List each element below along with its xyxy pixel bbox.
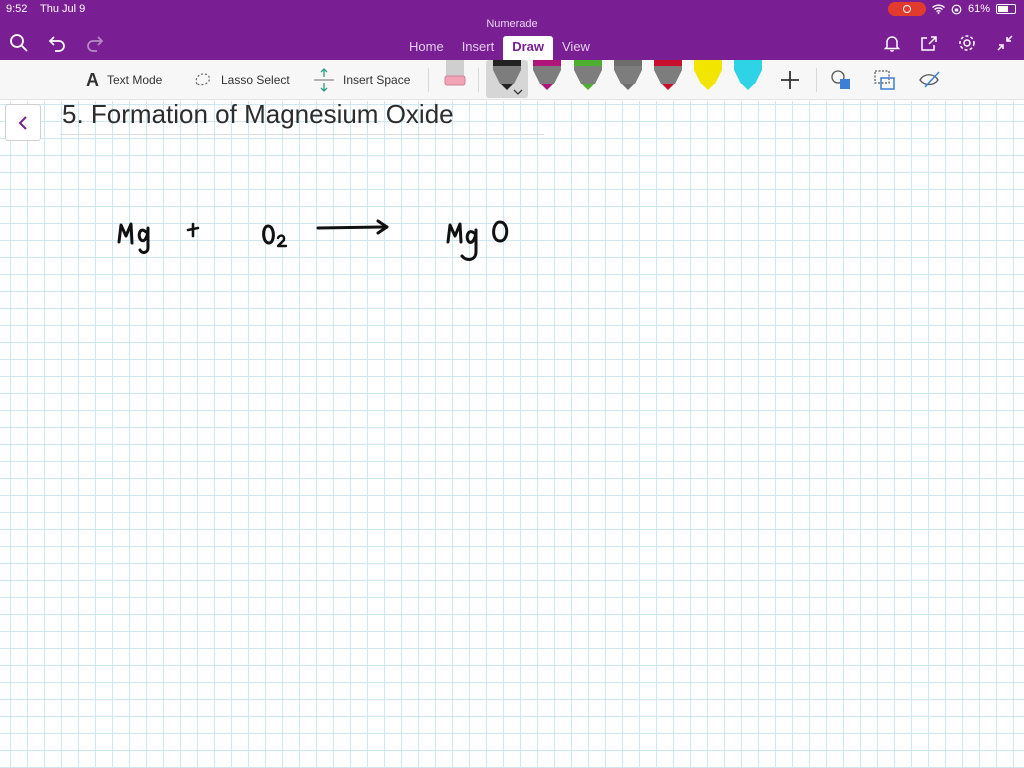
tab-view[interactable]: View: [553, 36, 599, 60]
title-bar: 9:52 Thu Jul 9 Numerade 61% Home Insert …: [0, 0, 1024, 60]
add-pen-button[interactable]: [779, 60, 801, 100]
screen-record-icon: [887, 2, 926, 16]
pen-4[interactable]: [614, 60, 642, 90]
pen-6[interactable]: [694, 60, 722, 90]
draw-toolbar: A Text Mode Lasso Select Insert Space: [0, 60, 1024, 100]
pen-5[interactable]: [654, 60, 682, 90]
wifi-icon: [932, 4, 945, 14]
app-title: Numerade: [486, 18, 538, 30]
search-icon[interactable]: [8, 32, 30, 54]
ink-to-shape-icon: [874, 70, 895, 90]
status-indicators: 61%: [887, 2, 1016, 16]
tab-draw[interactable]: Draw: [503, 36, 553, 60]
collapse-icon[interactable]: [994, 32, 1016, 54]
tab-insert[interactable]: Insert: [453, 36, 504, 60]
chevron-down-icon[interactable]: [512, 88, 524, 96]
ink-to-shape-button[interactable]: [872, 60, 898, 100]
bell-icon[interactable]: [881, 32, 903, 54]
title-underline: [60, 134, 544, 135]
battery-icon: [996, 4, 1016, 14]
redo-icon[interactable]: [84, 32, 106, 54]
page-title: 5. Formation of Magnesium Oxide: [62, 99, 454, 129]
pen-7[interactable]: [734, 60, 762, 90]
eye-pen-icon: [919, 71, 940, 88]
ink-replay-button[interactable]: [918, 60, 942, 100]
undo-icon[interactable]: [46, 32, 68, 54]
toolbar-divider: [816, 68, 817, 92]
battery-percent: 61%: [967, 3, 990, 15]
gear-icon[interactable]: [956, 32, 978, 54]
shapes-button[interactable]: [830, 60, 852, 100]
back-button[interactable]: [5, 104, 41, 141]
pen-1-selected[interactable]: [493, 60, 521, 90]
chevron-left-icon: [18, 115, 27, 130]
pen-palette: [493, 60, 762, 90]
status-date: Thu Jul 9: [40, 3, 86, 15]
orientation-lock-icon: [951, 4, 962, 14]
plus-icon: [781, 71, 799, 89]
pen-2[interactable]: [533, 60, 561, 90]
share-icon[interactable]: [918, 32, 940, 54]
note-canvas[interactable]: [0, 101, 1024, 768]
ribbon-tabs: Home Insert Draw View: [400, 36, 599, 60]
status-time: 9:52: [6, 3, 28, 15]
pen-3[interactable]: [574, 60, 602, 90]
tab-home[interactable]: Home: [400, 36, 453, 60]
shapes-icon: [831, 70, 850, 89]
